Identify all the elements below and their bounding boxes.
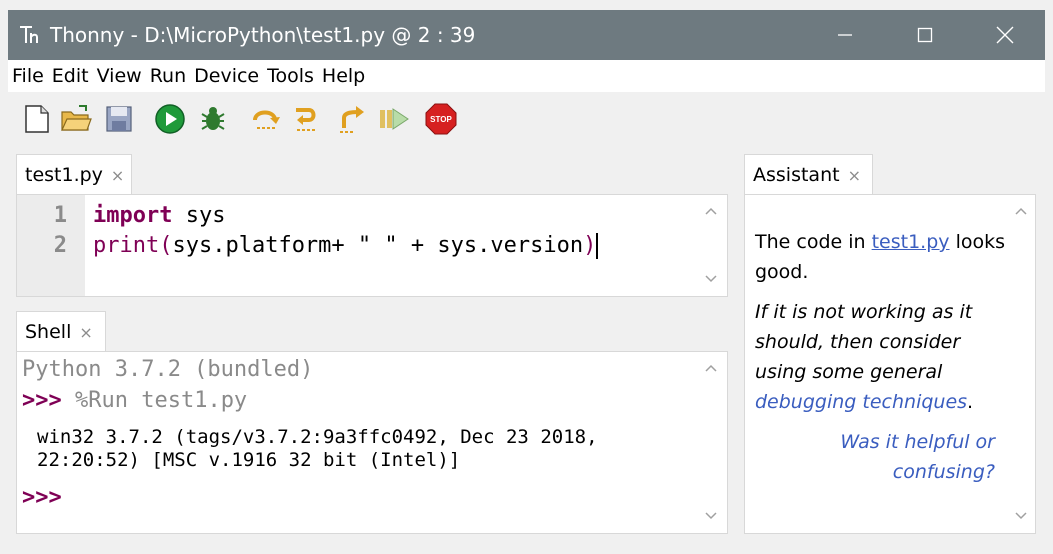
assistant-panel: The code in test1.py looks good. If it i… xyxy=(744,194,1036,534)
feedback-link[interactable]: Was it helpful or confusing? xyxy=(840,431,995,483)
shell-command-line: >>> %Run test1.py xyxy=(22,388,247,413)
toolbar: STOP xyxy=(8,92,1045,148)
line-number: 1 xyxy=(53,203,67,228)
shell-banner: Python 3.7.2 (bundled) xyxy=(22,357,314,382)
scroll-up-icon[interactable] xyxy=(703,362,719,374)
menu-bar: File Edit View Run Device Tools Help xyxy=(8,60,1045,92)
menu-run[interactable]: Run xyxy=(146,65,190,87)
debugging-techniques-link[interactable]: debugging techniques xyxy=(755,391,967,413)
window-title: Thonny - D:\MicroPython\test1.py @ 2 : 3… xyxy=(50,23,476,47)
code-editor[interactable]: 1 2 import sys print(sys.platform+ " " +… xyxy=(16,194,728,297)
scroll-down-icon[interactable] xyxy=(703,510,719,522)
line-number: 2 xyxy=(53,233,67,258)
shell-console[interactable]: Python 3.7.2 (bundled) >>> %Run test1.py… xyxy=(16,351,728,534)
menu-edit[interactable]: Edit xyxy=(48,65,93,87)
shell-output: 22:20:52) [MSC v.1916 32 bit (Intel)] xyxy=(37,449,461,471)
assistant-advice: If it is not working as it should, then … xyxy=(755,297,1005,417)
tab-shell[interactable]: Shell × xyxy=(16,311,106,352)
assistant-text: . xyxy=(967,391,974,413)
scroll-up-icon[interactable] xyxy=(703,205,719,217)
assistant-text: If it is not working as it should, then … xyxy=(755,301,973,383)
menu-device[interactable]: Device xyxy=(190,65,263,87)
code-line-2: print(sys.platform+ " " + sys.version) xyxy=(93,233,599,259)
new-file-icon[interactable] xyxy=(20,102,54,136)
shell-output: win32 3.7.2 (tags/v3.7.2:9a3ffc0492, Dec… xyxy=(37,426,598,448)
code-paren-open: ( xyxy=(159,233,173,258)
scroll-up-icon[interactable] xyxy=(1013,205,1029,217)
minimize-button[interactable] xyxy=(805,10,885,60)
shell-tab-label: Shell xyxy=(25,321,72,343)
thonny-app-icon xyxy=(20,26,38,43)
menu-file[interactable]: File xyxy=(8,65,48,87)
maximize-button[interactable] xyxy=(885,10,965,60)
code-paren-close: ) xyxy=(583,233,597,258)
file-link[interactable]: test1.py xyxy=(872,231,950,253)
assistant-text: The code in xyxy=(755,231,872,253)
feedback-block: Was it helpful or confusing? xyxy=(825,427,995,487)
assistant-tab-label: Assistant xyxy=(753,164,840,186)
shell-command: %Run test1.py xyxy=(61,388,248,413)
tab-close-icon[interactable]: × xyxy=(79,323,92,342)
assistant-summary: The code in test1.py looks good. xyxy=(755,227,1005,287)
tab-close-icon[interactable]: × xyxy=(111,166,124,185)
line-number-gutter: 1 2 xyxy=(17,195,85,296)
shell-prompt: >>> xyxy=(22,485,62,510)
code-line-1: import sys xyxy=(93,203,225,228)
menu-tools[interactable]: Tools xyxy=(263,65,318,87)
tab-editor-test1[interactable]: test1.py × xyxy=(16,154,132,195)
shell-prompt: >>> xyxy=(22,388,62,413)
save-icon[interactable] xyxy=(102,102,136,136)
code-text: sys xyxy=(172,203,226,228)
resume-icon[interactable] xyxy=(377,102,411,136)
debug-bug-icon[interactable] xyxy=(196,102,230,136)
code-builtin: print xyxy=(93,233,160,258)
tab-close-icon[interactable]: × xyxy=(848,166,861,185)
thonny-window: Thonny - D:\MicroPython\test1.py @ 2 : 3… xyxy=(0,0,1053,554)
step-over-icon[interactable] xyxy=(249,102,283,136)
tab-assistant[interactable]: Assistant × xyxy=(744,154,873,195)
step-into-icon[interactable] xyxy=(291,102,325,136)
close-button[interactable] xyxy=(965,10,1045,60)
open-folder-icon[interactable] xyxy=(59,102,93,136)
title-bar[interactable]: Thonny - D:\MicroPython\test1.py @ 2 : 3… xyxy=(8,10,1045,60)
minimize-icon xyxy=(838,34,852,36)
step-out-icon[interactable] xyxy=(336,102,370,136)
scroll-down-icon[interactable] xyxy=(1013,510,1029,522)
menu-help[interactable]: Help xyxy=(318,65,369,87)
text-caret xyxy=(596,233,599,259)
code-keyword: import xyxy=(93,203,173,228)
maximize-icon xyxy=(917,27,933,43)
editor-tab-label: test1.py xyxy=(25,164,103,186)
code-text: sys.platform+ " " + sys.version xyxy=(172,233,584,258)
run-icon[interactable] xyxy=(153,102,187,136)
stop-label: STOP xyxy=(430,115,452,124)
close-icon xyxy=(996,26,1014,44)
menu-view[interactable]: View xyxy=(93,65,146,87)
scroll-down-icon[interactable] xyxy=(703,273,719,285)
stop-icon[interactable]: STOP xyxy=(424,102,458,136)
